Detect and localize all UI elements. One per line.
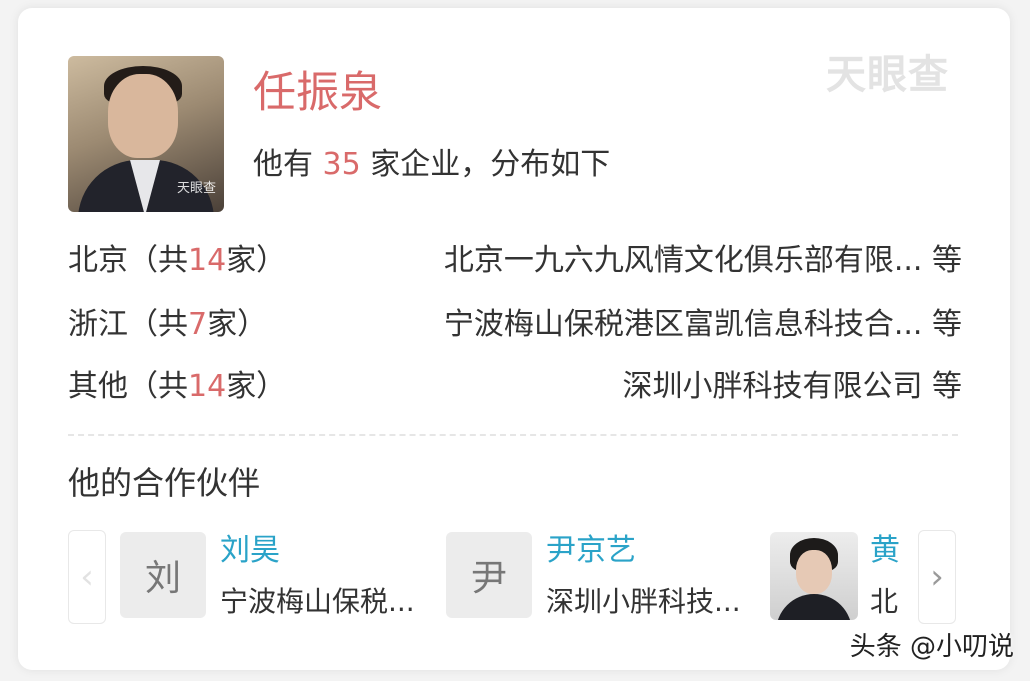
partner-name[interactable]: 刘昊 xyxy=(220,536,280,566)
partner-avatar: 尹 xyxy=(446,532,532,618)
partner-avatar: 刘 xyxy=(120,532,206,618)
profile-photo: 天眼查 xyxy=(68,56,224,212)
partner-name[interactable]: 尹京艺 xyxy=(546,536,636,566)
carousel-prev-button[interactable]: ‹ xyxy=(68,530,106,624)
person-name[interactable]: 任振泉 xyxy=(253,72,382,115)
photo-watermark: 天眼查 xyxy=(176,181,216,196)
region-company[interactable]: 深圳小胖科技有限公司 等 xyxy=(622,364,962,410)
source-watermark: 头条 @小叨说 xyxy=(849,632,1014,662)
region-label: 北京（共14家） xyxy=(68,243,287,278)
partner-card[interactable]: 尹 尹京艺 深圳小胖科技... xyxy=(446,532,766,622)
carousel-next-button[interactable]: › xyxy=(918,530,956,624)
partner-avatar-photo xyxy=(770,532,858,620)
region-row-zhejiang[interactable]: 浙江（共7家） 宁波梅山保税港区富凯信息科技合... 等 xyxy=(68,302,962,348)
region-row-other[interactable]: 其他（共14家） 深圳小胖科技有限公司 等 xyxy=(68,364,962,410)
tianyancha-watermark: 天眼查 xyxy=(826,52,949,98)
region-label: 浙江（共7家） xyxy=(68,307,268,342)
partner-name[interactable]: 黄 xyxy=(870,536,900,566)
partner-company: 北 xyxy=(870,585,899,618)
summary-prefix: 他有 xyxy=(253,147,313,182)
partner-company: 深圳小胖科技... xyxy=(546,585,741,618)
section-divider xyxy=(68,434,958,436)
region-row-beijing[interactable]: 北京（共14家） 北京一九六九风情文化俱乐部有限... 等 xyxy=(68,238,962,284)
region-company[interactable]: 北京一九六九风情文化俱乐部有限... 等 xyxy=(444,238,962,284)
summary-suffix: 家企业，分布如下 xyxy=(370,147,611,182)
company-summary: 他有 35 家企业，分布如下 xyxy=(253,150,610,180)
region-company[interactable]: 宁波梅山保税港区富凯信息科技合... 等 xyxy=(444,302,962,348)
partners-section-title: 他的合作伙伴 xyxy=(68,464,261,502)
partner-card[interactable]: 刘 刘昊 宁波梅山保税... xyxy=(120,532,440,622)
region-label: 其他（共14家） xyxy=(68,369,287,404)
partner-company: 宁波梅山保税... xyxy=(220,585,415,618)
company-count: 35 xyxy=(322,147,361,182)
chevron-left-icon: ‹ xyxy=(80,557,94,597)
chevron-right-icon: › xyxy=(930,557,944,597)
partner-card[interactable]: 黄 北 xyxy=(770,532,910,624)
